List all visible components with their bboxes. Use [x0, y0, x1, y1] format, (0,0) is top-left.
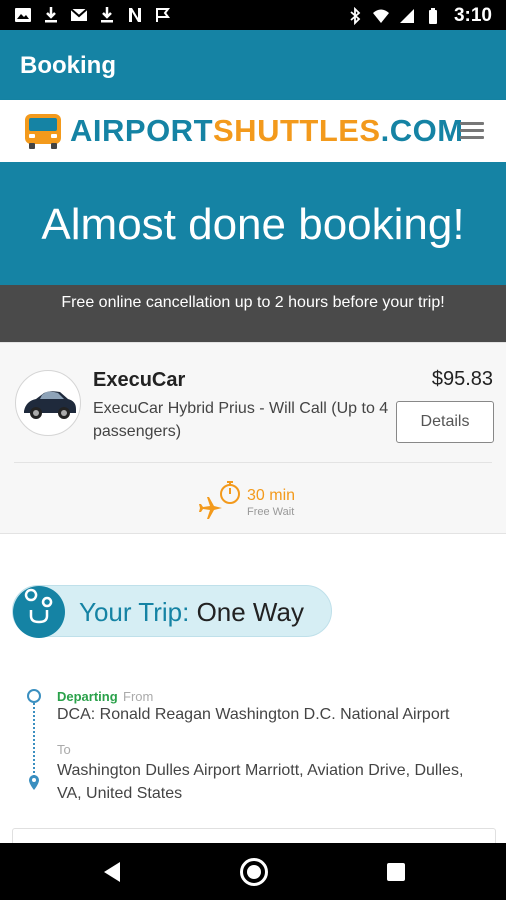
system-nav-bar	[0, 843, 506, 900]
home-icon[interactable]	[240, 858, 268, 886]
stopwatch-icon	[220, 481, 240, 504]
battery-icon	[428, 8, 437, 24]
wifi-icon	[372, 9, 389, 23]
departing-label: Departing	[57, 689, 118, 704]
site-logo[interactable]: AIRPORTSHUTTLES.COM	[24, 111, 464, 151]
logo-text-airport: AIRPORT	[70, 113, 213, 148]
app-bar: Booking	[0, 30, 506, 100]
origin-address: DCA: Ronald Reagan Washington D.C. Natio…	[57, 706, 450, 723]
flag-icon	[156, 8, 170, 22]
notification-icons	[14, 6, 172, 24]
download-icon	[101, 7, 113, 23]
trip-type: One Way	[196, 597, 304, 627]
hero-banner: Almost done booking!	[0, 162, 506, 285]
from-label: From	[123, 689, 154, 704]
route-line	[33, 703, 35, 777]
gmail-icon	[70, 8, 88, 21]
vehicle-price: $95.83	[431, 368, 493, 390]
destination-address: Washington Dulles Airport Marriott, Avia…	[57, 762, 464, 802]
bluetooth-icon	[350, 7, 361, 25]
clock: 3:10	[453, 5, 492, 26]
free-wait-time: 30 min	[247, 487, 296, 504]
netflix-icon	[129, 8, 141, 22]
logo-text-shuttles: SHUTTLES	[213, 113, 381, 148]
recent-apps-icon[interactable]	[387, 863, 405, 881]
page-title: Booking	[20, 52, 116, 79]
image-icon	[15, 8, 31, 22]
origin-marker-icon	[27, 689, 41, 703]
route-pin-icon	[13, 586, 65, 638]
hero-title: Almost done booking!	[41, 200, 465, 249]
trip-type-pill: Your Trip: One Way	[12, 585, 332, 638]
hamburger-menu-icon[interactable]	[458, 120, 486, 142]
vehicle-name: ExecuCar	[93, 369, 186, 391]
site-header: AIRPORTSHUTTLES.COM	[0, 100, 506, 162]
vehicle-description: ExecuCar Hybrid Prius - Will Call (Up to…	[93, 400, 389, 440]
destination-pin-icon	[29, 775, 39, 790]
divider	[14, 462, 492, 463]
shuttle-bus-icon	[25, 114, 61, 149]
cancellation-notice: Free online cancellation up to 2 hours b…	[0, 285, 506, 342]
trip-label: Your Trip:	[79, 597, 190, 627]
car-icon	[24, 391, 76, 419]
to-label: To	[57, 742, 71, 757]
status-bar: 3:10	[0, 0, 506, 30]
signal-icon	[399, 9, 414, 23]
back-icon[interactable]	[102, 861, 122, 883]
logo-text-com: .COM	[380, 113, 464, 148]
download-icon	[45, 7, 57, 23]
free-wait-label: Free Wait	[247, 506, 295, 518]
vehicle-card: ExecuCar ExecuCar Hybrid Prius - Will Ca…	[0, 342, 506, 534]
details-button[interactable]: Details	[396, 401, 494, 443]
car-image	[15, 370, 81, 436]
system-icons: 3:10	[346, 5, 492, 27]
